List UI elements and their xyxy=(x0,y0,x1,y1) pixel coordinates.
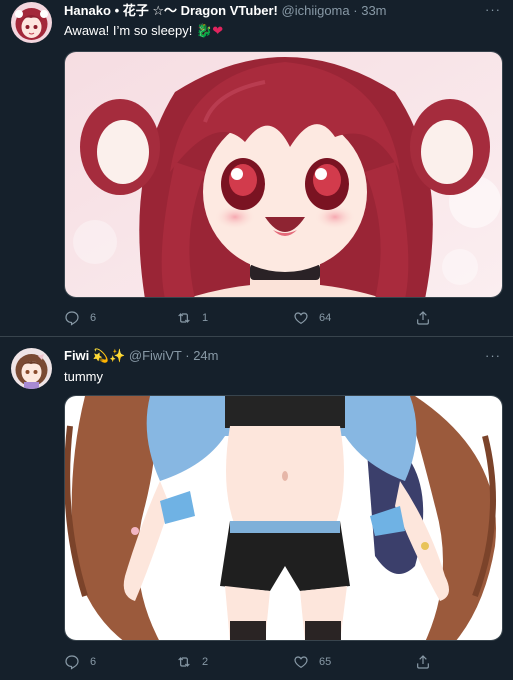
like-button[interactable]: 65 xyxy=(293,652,331,672)
avatar[interactable] xyxy=(11,348,52,389)
retweet-count: 2 xyxy=(202,656,209,668)
tweet-text-content: tummy xyxy=(64,369,103,384)
retweet-count: 1 xyxy=(202,312,209,324)
tweet-text: tummy xyxy=(64,368,103,386)
dragon-emoji-icon: 🐉 xyxy=(196,24,213,39)
separator: · xyxy=(353,3,358,18)
tweet-text: Awawa! I’m so sleepy! 🐉❤ xyxy=(64,22,223,41)
tweet-text-content: Awawa! I’m so sleepy! xyxy=(64,23,193,38)
heart-icon xyxy=(294,312,308,325)
tweet-header: Hanako • 花子 ☆〜 Dragon VTuber! @ichiigoma… xyxy=(64,2,483,20)
more-options-icon[interactable]: ··· xyxy=(485,2,501,17)
reply-count: 6 xyxy=(90,656,97,668)
retweet-icon xyxy=(178,657,190,667)
tweet-media-image[interactable] xyxy=(64,51,503,298)
retweet-button[interactable]: 1 xyxy=(176,308,208,328)
separator: · xyxy=(185,348,190,363)
avatar[interactable] xyxy=(11,2,52,43)
share-icon xyxy=(417,655,429,669)
avatar-brown-hair-girl-icon xyxy=(11,348,52,389)
reply-icon xyxy=(65,311,79,326)
anime-girl-brown-hair-image-icon xyxy=(65,396,502,640)
reply-count: 6 xyxy=(90,312,97,324)
display-name[interactable]: Hanako • 花子 ☆〜 Dragon VTuber! xyxy=(64,3,278,18)
tweet[interactable]: Hanako • 花子 ☆〜 Dragon VTuber! @ichiigoma… xyxy=(0,0,513,337)
share-button[interactable] xyxy=(415,308,431,328)
like-button[interactable]: 64 xyxy=(293,308,331,328)
like-count: 64 xyxy=(319,312,332,324)
avatar-red-hair-girl-icon xyxy=(11,2,52,43)
retweet-icon xyxy=(178,313,190,323)
tweet-media-image[interactable] xyxy=(64,395,503,641)
heart-emoji-icon: ❤ xyxy=(212,24,224,39)
timestamp[interactable]: 33m xyxy=(361,3,386,18)
anime-girl-red-hair-image-icon xyxy=(65,52,502,297)
more-options-icon[interactable]: ··· xyxy=(485,348,501,363)
like-count: 65 xyxy=(319,656,332,668)
tweet-actions: 6 2 65 xyxy=(64,652,444,672)
user-handle[interactable]: @ichiigoma xyxy=(282,3,350,18)
reply-button[interactable]: 6 xyxy=(64,308,96,328)
tweet-header: Fiwi 💫✨ @FiwiVT · 24m xyxy=(64,347,483,366)
timestamp[interactable]: 24m xyxy=(193,348,218,363)
sparkle-emoji-icon: 💫✨ xyxy=(92,349,126,364)
share-icon xyxy=(417,311,429,325)
retweet-button[interactable]: 2 xyxy=(176,652,208,672)
tweet[interactable]: Fiwi 💫✨ @FiwiVT · 24m ··· tummy 6 2 65 xyxy=(0,337,513,680)
reply-icon xyxy=(65,655,79,670)
tweet-actions: 6 1 64 xyxy=(64,308,444,328)
display-name[interactable]: Fiwi xyxy=(64,348,89,363)
user-handle[interactable]: @FiwiVT xyxy=(129,348,182,363)
heart-icon xyxy=(294,656,308,669)
reply-button[interactable]: 6 xyxy=(64,652,96,672)
share-button[interactable] xyxy=(415,652,431,672)
